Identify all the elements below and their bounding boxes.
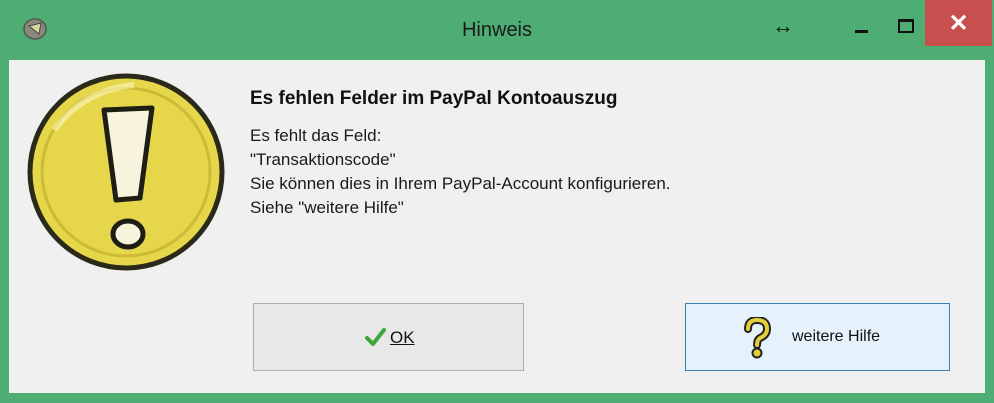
maximize-icon (898, 19, 914, 33)
resize-icon[interactable]: ↔ (768, 14, 798, 38)
help-button-label: weitere Hilfe (792, 328, 881, 345)
message-line-2: "Transaktionscode" (250, 150, 396, 169)
message-heading: Es fehlen Felder im PayPal Kontoauszug (250, 88, 618, 109)
help-button[interactable]: weitere Hilfe (685, 303, 950, 371)
title-bar[interactable]: Hinweis ↔ ✕ (0, 0, 994, 60)
message-line-4: Siehe "weitere Hilfe" (250, 198, 404, 217)
minimize-icon (855, 30, 868, 33)
window-border-bottom (0, 393, 994, 403)
dialog-body: Es fehlen Felder im PayPal Kontoauszug E… (9, 60, 985, 393)
maximize-button[interactable] (886, 8, 926, 42)
question-mark-icon (744, 317, 772, 359)
warning-icon (27, 73, 225, 271)
message-line-3: Sie können dies in Ihrem PayPal-Account … (250, 174, 671, 193)
dialog-window: Hinweis ↔ ✕ Es fehlen Felder im PayPal K… (0, 0, 994, 403)
ok-button[interactable]: OK (253, 303, 524, 371)
checkmark-icon (365, 328, 386, 346)
ok-button-label: OK (390, 328, 415, 347)
message-line-1: Es fehlt das Feld: (250, 126, 382, 145)
close-icon: ✕ (948, 10, 969, 37)
close-button[interactable]: ✕ (925, 0, 992, 46)
minimize-button[interactable] (842, 8, 882, 42)
